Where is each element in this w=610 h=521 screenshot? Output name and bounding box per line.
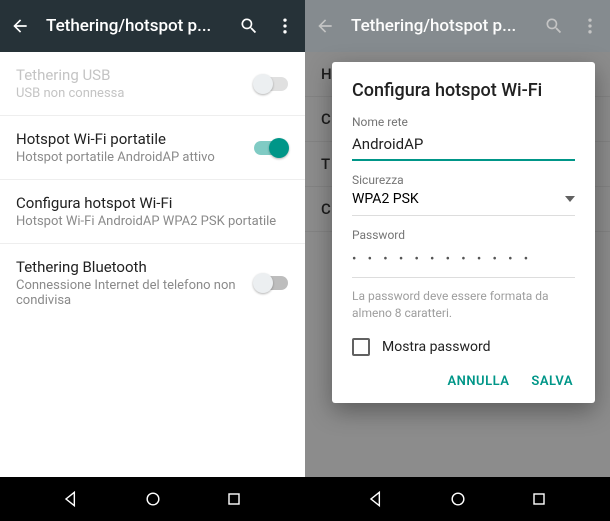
cancel-button[interactable]: ANNULLA	[447, 374, 509, 389]
screen-dialog: Tethering/hotspot p... H C T C Configura…	[305, 0, 610, 521]
nav-home-icon[interactable]	[143, 489, 163, 509]
security-select[interactable]: WPA2 PSK	[352, 187, 575, 216]
network-name-label: Nome rete	[352, 115, 575, 129]
toolbar-dim: Tethering/hotspot p...	[305, 0, 610, 52]
nav-recent-icon[interactable]	[529, 489, 549, 509]
nav-recent-icon[interactable]	[224, 489, 244, 509]
settings-list: Tethering USB USB non connessa Hotspot W…	[0, 52, 305, 477]
toolbar: Tethering/hotspot p...	[0, 0, 305, 52]
dialog-actions: ANNULLA SALVA	[352, 364, 575, 393]
nav-bar	[305, 477, 610, 521]
toolbar-title: Tethering/hotspot p...	[46, 16, 223, 36]
nav-back-icon[interactable]	[366, 489, 386, 509]
back-icon	[315, 16, 335, 36]
network-name-input[interactable]: AndroidAP	[352, 129, 575, 161]
save-button[interactable]: SALVA	[531, 374, 573, 389]
security-label: Sicurezza	[352, 173, 575, 187]
nav-bar	[0, 477, 305, 521]
nav-home-icon[interactable]	[448, 489, 468, 509]
dialog-title: Configura hotspot Wi-Fi	[352, 80, 575, 101]
password-input[interactable]: • • • • • • • • • • • •	[352, 242, 575, 278]
usb-tethering-row: Tethering USB USB non connessa	[0, 52, 305, 116]
back-icon[interactable]	[10, 16, 30, 36]
screen-settings-list: Tethering/hotspot p... Tethering USB USB…	[0, 0, 305, 521]
overflow-menu-icon	[580, 16, 600, 36]
wifi-hotspot-switch[interactable]	[253, 138, 289, 158]
show-password-checkbox[interactable]	[352, 338, 370, 356]
usb-tethering-switch	[253, 74, 289, 94]
search-icon	[544, 16, 564, 36]
show-password-row[interactable]: Mostra password	[352, 332, 575, 364]
configure-hotspot-dialog: Configura hotspot Wi-Fi Nome rete Androi…	[332, 62, 595, 403]
search-icon[interactable]	[239, 16, 259, 36]
chevron-down-icon	[565, 196, 575, 202]
bluetooth-tethering-switch[interactable]	[253, 273, 289, 293]
toolbar-title: Tethering/hotspot p...	[351, 16, 528, 36]
show-password-label: Mostra password	[382, 339, 491, 355]
overflow-menu-icon[interactable]	[275, 16, 295, 36]
nav-back-icon[interactable]	[61, 489, 81, 509]
password-hint: La password deve essere formata da almen…	[352, 278, 575, 332]
configure-hotspot-row[interactable]: Configura hotspot Wi-Fi Hotspot Wi-Fi An…	[0, 180, 305, 244]
bluetooth-tethering-row[interactable]: Tethering Bluetooth Connessione Internet…	[0, 244, 305, 322]
wifi-hotspot-row[interactable]: Hotspot Wi-Fi portatile Hotspot portatil…	[0, 116, 305, 180]
password-label: Password	[352, 228, 575, 242]
